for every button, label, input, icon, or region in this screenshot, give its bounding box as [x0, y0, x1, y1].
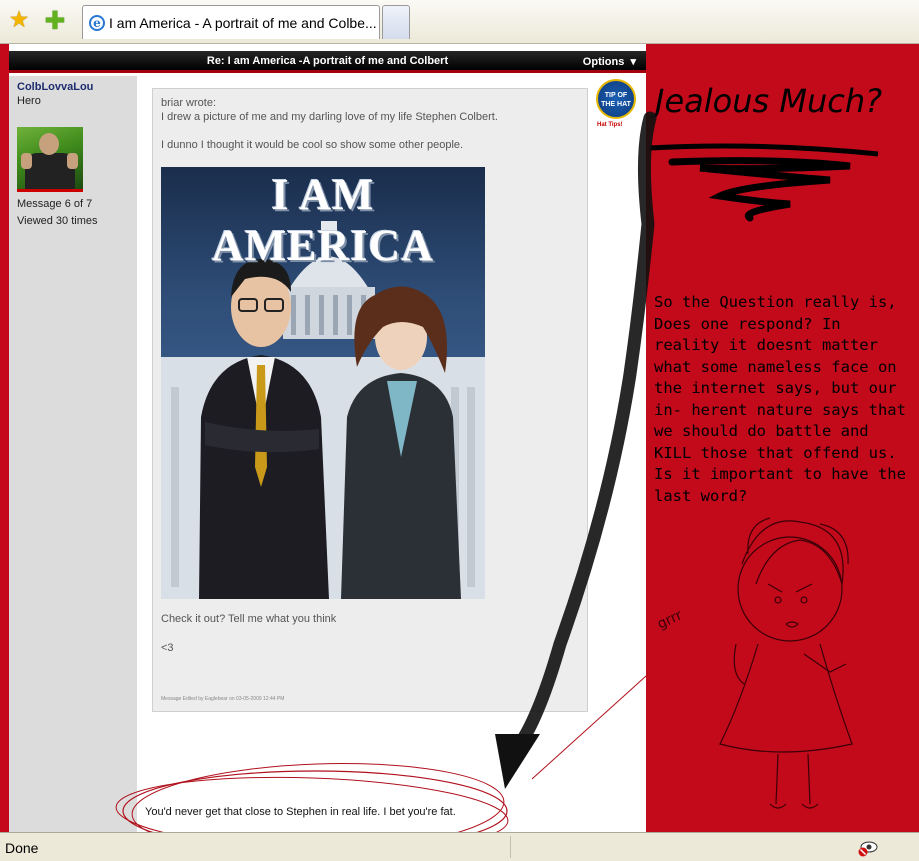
- annotation-heading: Jealous Much?: [655, 82, 883, 120]
- post-title: Re: I am America -A portrait of me and C…: [206, 55, 449, 67]
- favorites-star-icon[interactable]: ★: [6, 7, 32, 33]
- artwork-image[interactable]: I AM AMERICA: [161, 167, 485, 599]
- tab-title: I am America - A portrait of me and Colb…: [109, 14, 377, 31]
- quote-author: briar wrote:: [161, 97, 217, 109]
- status-bar: Done: [0, 832, 919, 861]
- hat-tips-link[interactable]: Hat Tips!: [597, 122, 623, 128]
- browser-tab[interactable]: e I am America - A portrait of me and Co…: [82, 5, 380, 39]
- quote-text-line: I drew a picture of me and my darling lo…: [161, 111, 498, 123]
- edited-note: Message Edited by Eaglebear on 03-05-200…: [161, 696, 285, 702]
- new-tab-button[interactable]: [382, 5, 410, 39]
- author-sidebar: ColbLovvaLou Hero Message 6 of 7 Viewed …: [9, 76, 137, 832]
- quote-heart: <3: [161, 642, 174, 654]
- post-body: briar wrote: I drew a picture of me and …: [137, 76, 646, 832]
- message-count: Message 6 of 7: [17, 198, 93, 210]
- avatar[interactable]: [17, 127, 83, 192]
- ie-logo-icon: e: [89, 14, 105, 31]
- post-header-bar: Re: I am America -A portrait of me and C…: [9, 51, 646, 73]
- status-text: Done: [5, 840, 39, 856]
- browser-toolbar: ★ ✚ e I am America - A portrait of me an…: [0, 0, 919, 44]
- view-count: Viewed 30 times: [17, 215, 98, 227]
- quote-text-line: Check it out? Tell me what you think: [161, 613, 337, 625]
- author-rank: Hero: [17, 95, 41, 107]
- quote-text-line: I dunno I thought it would be cool so sh…: [161, 139, 464, 151]
- author-name-link[interactable]: ColbLovvaLou: [17, 81, 93, 93]
- options-menu[interactable]: Options ▾: [583, 55, 636, 68]
- reply-text: You'd never get that close to Stephen in…: [145, 806, 456, 818]
- status-panel: [510, 836, 850, 858]
- artwork-title: I AM AMERICA: [211, 170, 435, 270]
- page-left-border: [0, 44, 9, 832]
- quote-block: briar wrote: I drew a picture of me and …: [152, 88, 588, 712]
- hat-tip-badge[interactable]: TIP OF THE HAT: [596, 79, 636, 119]
- add-favorite-icon[interactable]: ✚: [42, 7, 68, 33]
- page-content: Re: I am America -A portrait of me and C…: [0, 44, 919, 832]
- annotation-body: So the Question really is, Does one resp…: [654, 293, 906, 505]
- options-label: Options: [582, 56, 625, 68]
- hat-tip-badge-text: TIP OF THE HAT: [601, 92, 631, 108]
- privacy-report-icon[interactable]: [858, 838, 878, 858]
